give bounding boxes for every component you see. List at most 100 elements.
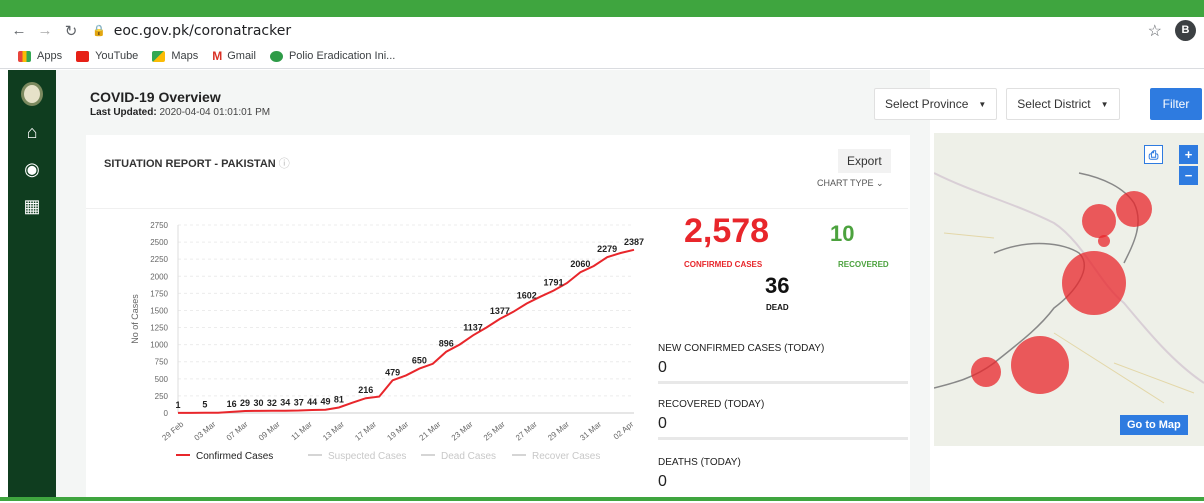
- cases-line-chart: 0250500750100012501500175020002250250027…: [86, 209, 646, 498]
- data-label: 1137: [463, 322, 483, 332]
- data-label: 1791: [544, 278, 564, 288]
- y-tick-label: 1000: [150, 341, 168, 350]
- cluster-marker[interactable]: [1062, 251, 1126, 315]
- x-tick-label: 11 Mar: [289, 419, 314, 442]
- data-label: 1602: [517, 290, 537, 300]
- cluster-marker[interactable]: [1011, 336, 1069, 394]
- bookmark-label: Apps: [37, 50, 62, 62]
- data-label: 16: [227, 399, 237, 409]
- deaths-today-label: DEATHS (TODAY): [658, 457, 741, 468]
- info-icon[interactable]: ⓘ: [279, 158, 290, 170]
- data-label: 216: [358, 385, 373, 395]
- x-tick-label: 27 Mar: [514, 419, 539, 442]
- province-select[interactable]: Select Province ▼: [874, 88, 997, 120]
- bookmark-label: Polio Eradication Ini...: [289, 50, 395, 62]
- data-label: 49: [321, 397, 331, 407]
- caret-down-icon: ▼: [978, 100, 986, 109]
- divider: [658, 437, 908, 440]
- data-label: 30: [253, 398, 263, 408]
- data-label: 650: [412, 356, 427, 366]
- dead-label: DEAD: [766, 303, 789, 312]
- reload-icon[interactable]: ↻: [60, 22, 82, 40]
- x-tick-label: 31 Mar: [578, 419, 603, 442]
- province-select-label: Select Province: [885, 97, 968, 111]
- go-to-map-button[interactable]: Go to Map: [1120, 415, 1188, 435]
- data-label: 44: [307, 397, 317, 407]
- globe-icon[interactable]: ◉: [8, 159, 56, 180]
- zoom-out-button[interactable]: −: [1179, 166, 1198, 185]
- data-label: 1: [175, 400, 180, 410]
- legend-item: Confirmed Cases: [196, 451, 273, 462]
- legend-item: Recover Cases: [532, 451, 600, 462]
- bookmarks-bar: Apps YouTube Maps M Gmail Polio Eradicat…: [0, 44, 1204, 69]
- x-tick-label: 17 Mar: [353, 419, 378, 442]
- y-tick-label: 2500: [150, 238, 168, 247]
- last-updated: Last Updated: 2020-04-04 01:01:01 PM: [90, 107, 270, 118]
- x-tick-label: 07 Mar: [225, 419, 250, 442]
- bookmark-maps[interactable]: Maps: [152, 50, 198, 62]
- export-button[interactable]: Export: [838, 149, 891, 173]
- cluster-marker[interactable]: [1116, 191, 1152, 227]
- series-line-confirmed: [178, 250, 634, 413]
- data-label: 81: [334, 394, 344, 404]
- bookmark-apps[interactable]: Apps: [18, 50, 62, 62]
- cluster-marker[interactable]: [971, 357, 1001, 387]
- bookmark-star-icon[interactable]: ☆: [1148, 21, 1162, 41]
- main-content: COVID-19 Overview Last Updated: 2020-04-…: [56, 70, 930, 497]
- zoom-in-button[interactable]: +: [1179, 145, 1198, 164]
- filter-bar: Select Province ▼ Select District ▼: [874, 88, 1129, 120]
- bookmark-label: Maps: [171, 50, 198, 62]
- new-confirmed-value: 0: [658, 359, 667, 377]
- y-tick-label: 0: [164, 409, 169, 418]
- y-tick-label: 1250: [150, 324, 168, 333]
- x-tick-label: 21 Mar: [418, 419, 443, 442]
- data-label: 32: [267, 398, 277, 408]
- chart-type-dropdown[interactable]: CHART TYPE ⌄: [817, 178, 884, 189]
- data-label: 2279: [597, 244, 617, 254]
- district-select[interactable]: Select District ▼: [1006, 88, 1119, 120]
- forward-icon[interactable]: →: [34, 22, 56, 39]
- y-tick-label: 2250: [150, 255, 168, 264]
- gmail-icon: M: [212, 49, 222, 63]
- legend-item: Suspected Cases: [328, 451, 406, 462]
- data-label: 896: [439, 339, 454, 349]
- profile-avatar[interactable]: B: [1175, 20, 1196, 41]
- chart-type-label: CHART TYPE: [817, 178, 874, 188]
- caret-down-icon: ▼: [1101, 100, 1109, 109]
- bookmark-label: Gmail: [227, 50, 256, 62]
- y-tick-label: 500: [155, 375, 169, 384]
- table-icon[interactable]: ▦: [8, 196, 56, 217]
- divider: [658, 381, 908, 384]
- y-tick-label: 750: [155, 358, 169, 367]
- window-frame-top: [0, 0, 1204, 17]
- window-frame-bottom: [0, 497, 1204, 501]
- lock-icon: 🔒: [92, 24, 106, 37]
- url-text: eoc.gov.pk/coronatracker: [114, 23, 291, 39]
- cluster-marker[interactable]: [1098, 235, 1110, 247]
- y-tick-label: 2750: [150, 221, 168, 230]
- filter-button[interactable]: Filter: [1150, 88, 1202, 120]
- bookmark-polio[interactable]: Polio Eradication Ini...: [270, 50, 395, 62]
- last-updated-label: Last Updated:: [90, 107, 157, 118]
- y-tick-label: 1750: [150, 289, 168, 298]
- cluster-marker[interactable]: [1082, 204, 1116, 238]
- home-icon[interactable]: ⌂: [8, 122, 56, 143]
- recovered-today-value: 0: [658, 415, 667, 433]
- x-tick-label: 19 Mar: [385, 419, 410, 442]
- y-tick-label: 250: [155, 392, 169, 401]
- polio-icon: [270, 51, 283, 62]
- pakistan-map[interactable]: ⎙ + − Go to Map: [934, 133, 1204, 446]
- x-tick-label: 09 Mar: [257, 419, 282, 442]
- bookmark-youtube[interactable]: YouTube: [76, 50, 138, 62]
- district-select-label: Select District: [1017, 97, 1090, 111]
- data-label: 34: [280, 398, 290, 408]
- bookmark-gmail[interactable]: M Gmail: [212, 49, 256, 63]
- x-tick-label: 29 Mar: [546, 419, 571, 442]
- back-icon[interactable]: ←: [8, 22, 30, 39]
- bookmark-label: YouTube: [95, 50, 138, 62]
- url-field[interactable]: 🔒 eoc.gov.pk/coronatracker: [92, 23, 291, 39]
- recovered-count: 10: [830, 221, 854, 247]
- data-label: 479: [385, 367, 400, 377]
- print-icon[interactable]: ⎙: [1144, 145, 1163, 164]
- maps-icon: [152, 51, 165, 62]
